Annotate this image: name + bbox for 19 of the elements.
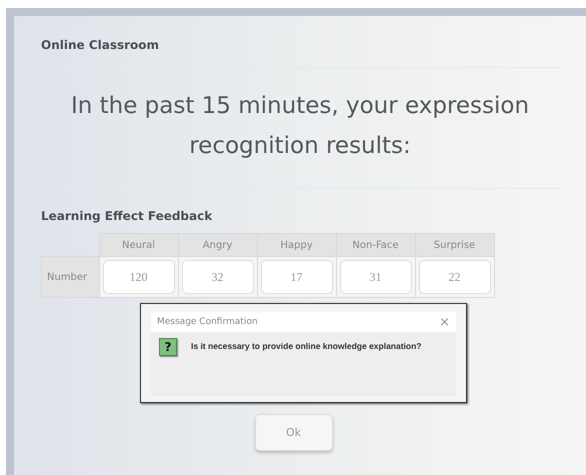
- value-field: 32: [182, 260, 254, 294]
- row-label: Number: [42, 256, 99, 298]
- column-header: Happy: [257, 234, 336, 256]
- close-button[interactable]: ×: [439, 314, 450, 330]
- ok-button[interactable]: Ok: [254, 414, 332, 451]
- dialog-message: Is it necessary to provide online knowledge explanation?: [191, 341, 422, 351]
- column-header: Surprise: [415, 234, 494, 256]
- value-field: 31: [340, 260, 412, 294]
- section-title: Learning Effect Feedback: [41, 209, 212, 223]
- column-header: Non-Face: [336, 234, 415, 256]
- value-field: 120: [102, 260, 174, 294]
- results-heading: In the past 15 minutes, your expression recognition results:: [70, 92, 530, 161]
- column-header: Neural: [99, 234, 178, 256]
- dialog-title: Message Confirmation: [157, 317, 258, 327]
- value-field: 17: [260, 260, 332, 294]
- question-icon: ?: [159, 338, 177, 356]
- column-header: Angry: [178, 234, 257, 256]
- value-field: 22: [418, 260, 490, 294]
- window-title: Online Classroom: [41, 38, 160, 52]
